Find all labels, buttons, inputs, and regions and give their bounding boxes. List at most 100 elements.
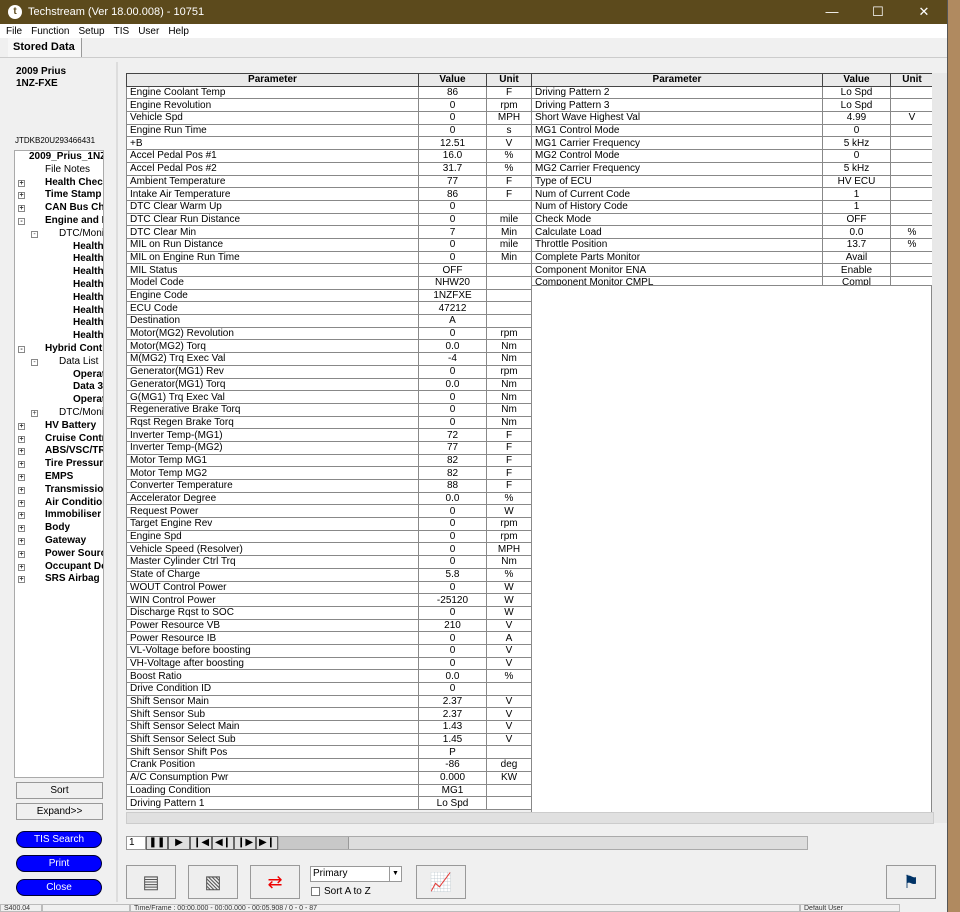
table-row[interactable]: Generator(MG1) Rev 0 rpm [126,364,532,379]
tree-item[interactable]: Operat [15,394,103,407]
tree-item[interactable]: Operat [15,369,103,382]
expand-icon[interactable]: + [18,537,25,545]
table-row[interactable]: Motor Temp MG2 82 F [126,466,532,480]
tree-item[interactable]: + Health Check [15,177,103,190]
column-header-parameter[interactable]: Parameter [531,73,823,87]
table-row[interactable]: WIN Control Power -25120 W [126,593,532,607]
tree-item[interactable]: Health [15,330,103,343]
tree-item[interactable]: + HV Battery [15,420,103,433]
table-row[interactable]: Type of ECU HV ECU [531,174,934,189]
tree-item[interactable]: + Immobiliser [15,509,103,522]
column-header-parameter[interactable]: Parameter [126,73,419,87]
tree-item[interactable]: File Notes [15,164,103,177]
tree-item[interactable]: Health [15,266,103,279]
table-row[interactable]: Driving Pattern 1 Lo Spd [126,796,532,810]
table-row[interactable]: Shift Sensor Shift Pos P [126,745,532,760]
table-row[interactable]: Vehicle Spd 0 MPH [126,111,532,125]
tree-item[interactable]: + Time Stamp [15,189,103,202]
table-row[interactable]: Inverter Temp-(MG2) 77 F [126,440,532,455]
table-row[interactable]: Motor Temp MG1 82 F [126,453,532,468]
column-header-unit[interactable]: Unit [890,73,934,87]
table-row[interactable]: Accel Pedal Pos #2 31.7% [126,161,532,176]
table-row[interactable]: VH-Voltage after boosting 0 V [126,656,532,671]
tree-item[interactable]: + DTC/Monitor [15,407,103,420]
table-row[interactable]: Model Code NHW20 [126,276,532,290]
table-row[interactable]: MG1 Control Mode 0 [531,123,934,138]
tree-item[interactable]: + Occupant Detection [15,561,103,574]
expand-button[interactable]: Expand>> [16,803,103,820]
table-row[interactable]: MG2 Control Mode 0 [531,149,934,163]
minimize-button[interactable]: — [809,4,855,20]
table-row[interactable]: Engine Revolution 0 rpm [126,98,532,113]
menu-help[interactable]: Help [168,26,189,37]
column-header-unit[interactable]: Unit [486,73,532,87]
tab-stored-data[interactable]: Stored Data [8,38,82,57]
table-row[interactable]: Driving Pattern 2 Lo Spd [531,85,934,100]
expand-icon[interactable]: + [18,448,25,456]
snapshot-button[interactable]: ▧ [188,865,238,899]
table-row[interactable]: Engine Code 1NZFXE [126,288,532,303]
tree-item[interactable]: Data 3- [15,381,103,394]
table-row[interactable]: Shift Sensor Main 2.37 V [126,694,532,709]
table-row[interactable]: Num of Current Code 1 [531,187,934,201]
table-row[interactable]: Shift Sensor Select Sub 1.45 V [126,732,532,747]
expand-icon[interactable]: + [18,192,25,200]
table-row[interactable]: Power Resource IB 0 A [126,631,532,645]
table-row[interactable]: Master Cylinder Ctrl Trq 0 Nm [126,555,532,569]
table-row[interactable]: Destination A [126,314,532,328]
table-row[interactable]: Short Wave Highest Val 4.99 V [531,111,934,125]
collapse-icon[interactable]: - [18,217,25,225]
menu-function[interactable]: Function [31,26,69,37]
tis-search-button[interactable]: TIS Search [16,831,102,848]
table-row[interactable]: Motor(MG2) Revolution 0 rpm [126,326,532,341]
table-row[interactable]: Throttle Position 13.7% [531,237,934,252]
table-row[interactable]: Regenerative Brake Torq 0 Nm [126,402,532,417]
table-row[interactable]: Check Mode OFF [531,212,934,227]
sort-button[interactable]: Sort [16,782,103,799]
data-tree[interactable]: 2009_Prius_1NZ File Notes + Health Check + Ti… [14,150,104,778]
maximize-button[interactable]: ☐ [855,4,901,20]
collapse-icon[interactable]: - [18,345,25,353]
table-row[interactable]: State of Charge 5.8% [126,567,532,582]
menu-file[interactable]: File [6,26,22,37]
expand-icon[interactable]: + [18,499,25,507]
tree-item[interactable]: + ABS/VSC/TRC [15,445,103,458]
tree-item[interactable]: Health [15,253,103,266]
menu-tis[interactable]: TIS [114,26,130,37]
swap-list-button[interactable]: ⇄ [250,865,300,899]
table-row[interactable]: Engine Spd 0 rpm [126,529,532,544]
horizontal-scrollbar[interactable] [126,812,934,824]
tree-item[interactable]: 2009_Prius_1NZ [15,151,103,164]
column-header-value[interactable]: Value [418,73,487,87]
table-row[interactable]: DTC Clear Warm Up 0 [126,199,532,214]
table-row[interactable]: Boost Ratio 0.0% [126,669,532,683]
tree-item[interactable]: + SRS Airbag [15,573,103,586]
expand-icon[interactable]: + [18,435,25,443]
table-row[interactable]: Intake Air Temperature 86 F [126,187,532,201]
table-row[interactable]: Crank Position -86 deg [126,758,532,772]
table-row[interactable]: M(MG2) Trq Exec Val -4 Nm [126,352,532,366]
menu-setup[interactable]: Setup [78,26,104,37]
tree-item[interactable]: + Cruise Control [15,433,103,446]
table-row[interactable]: Accel Pedal Pos #1 16.0% [126,149,532,163]
pause-button[interactable]: ❚❚ [146,836,168,850]
tree-item[interactable]: Health [15,317,103,330]
tree-item[interactable]: + Tire Pressure [15,458,103,471]
first-frame-button[interactable]: ❙◀ [190,836,212,850]
collapse-icon[interactable]: - [31,358,38,366]
table-row[interactable]: Shift Sensor Select Main 1.43 V [126,720,532,734]
table-row[interactable]: Converter Temperature 88 F [126,479,532,493]
tree-item[interactable]: - DTC/Monitor [15,228,103,241]
play-button[interactable]: ▶ [168,836,190,850]
graph-button[interactable]: 📈 [416,865,466,899]
table-row[interactable]: Power Resource VB 210 V [126,618,532,633]
table-row[interactable]: ECU Code 47212 [126,301,532,316]
table-row[interactable]: +B 12.51 V [126,136,532,151]
expand-icon[interactable]: + [18,550,25,558]
sort-a-to-z-checkbox[interactable]: Sort A to Z [311,886,371,897]
tree-item[interactable]: + Body [15,522,103,535]
table-row[interactable]: Loading Condition MG1 [126,783,532,798]
expand-icon[interactable]: + [18,422,25,430]
column-header-value[interactable]: Value [822,73,891,87]
table-row[interactable]: Driving Pattern 3 Lo Spd [531,98,934,113]
